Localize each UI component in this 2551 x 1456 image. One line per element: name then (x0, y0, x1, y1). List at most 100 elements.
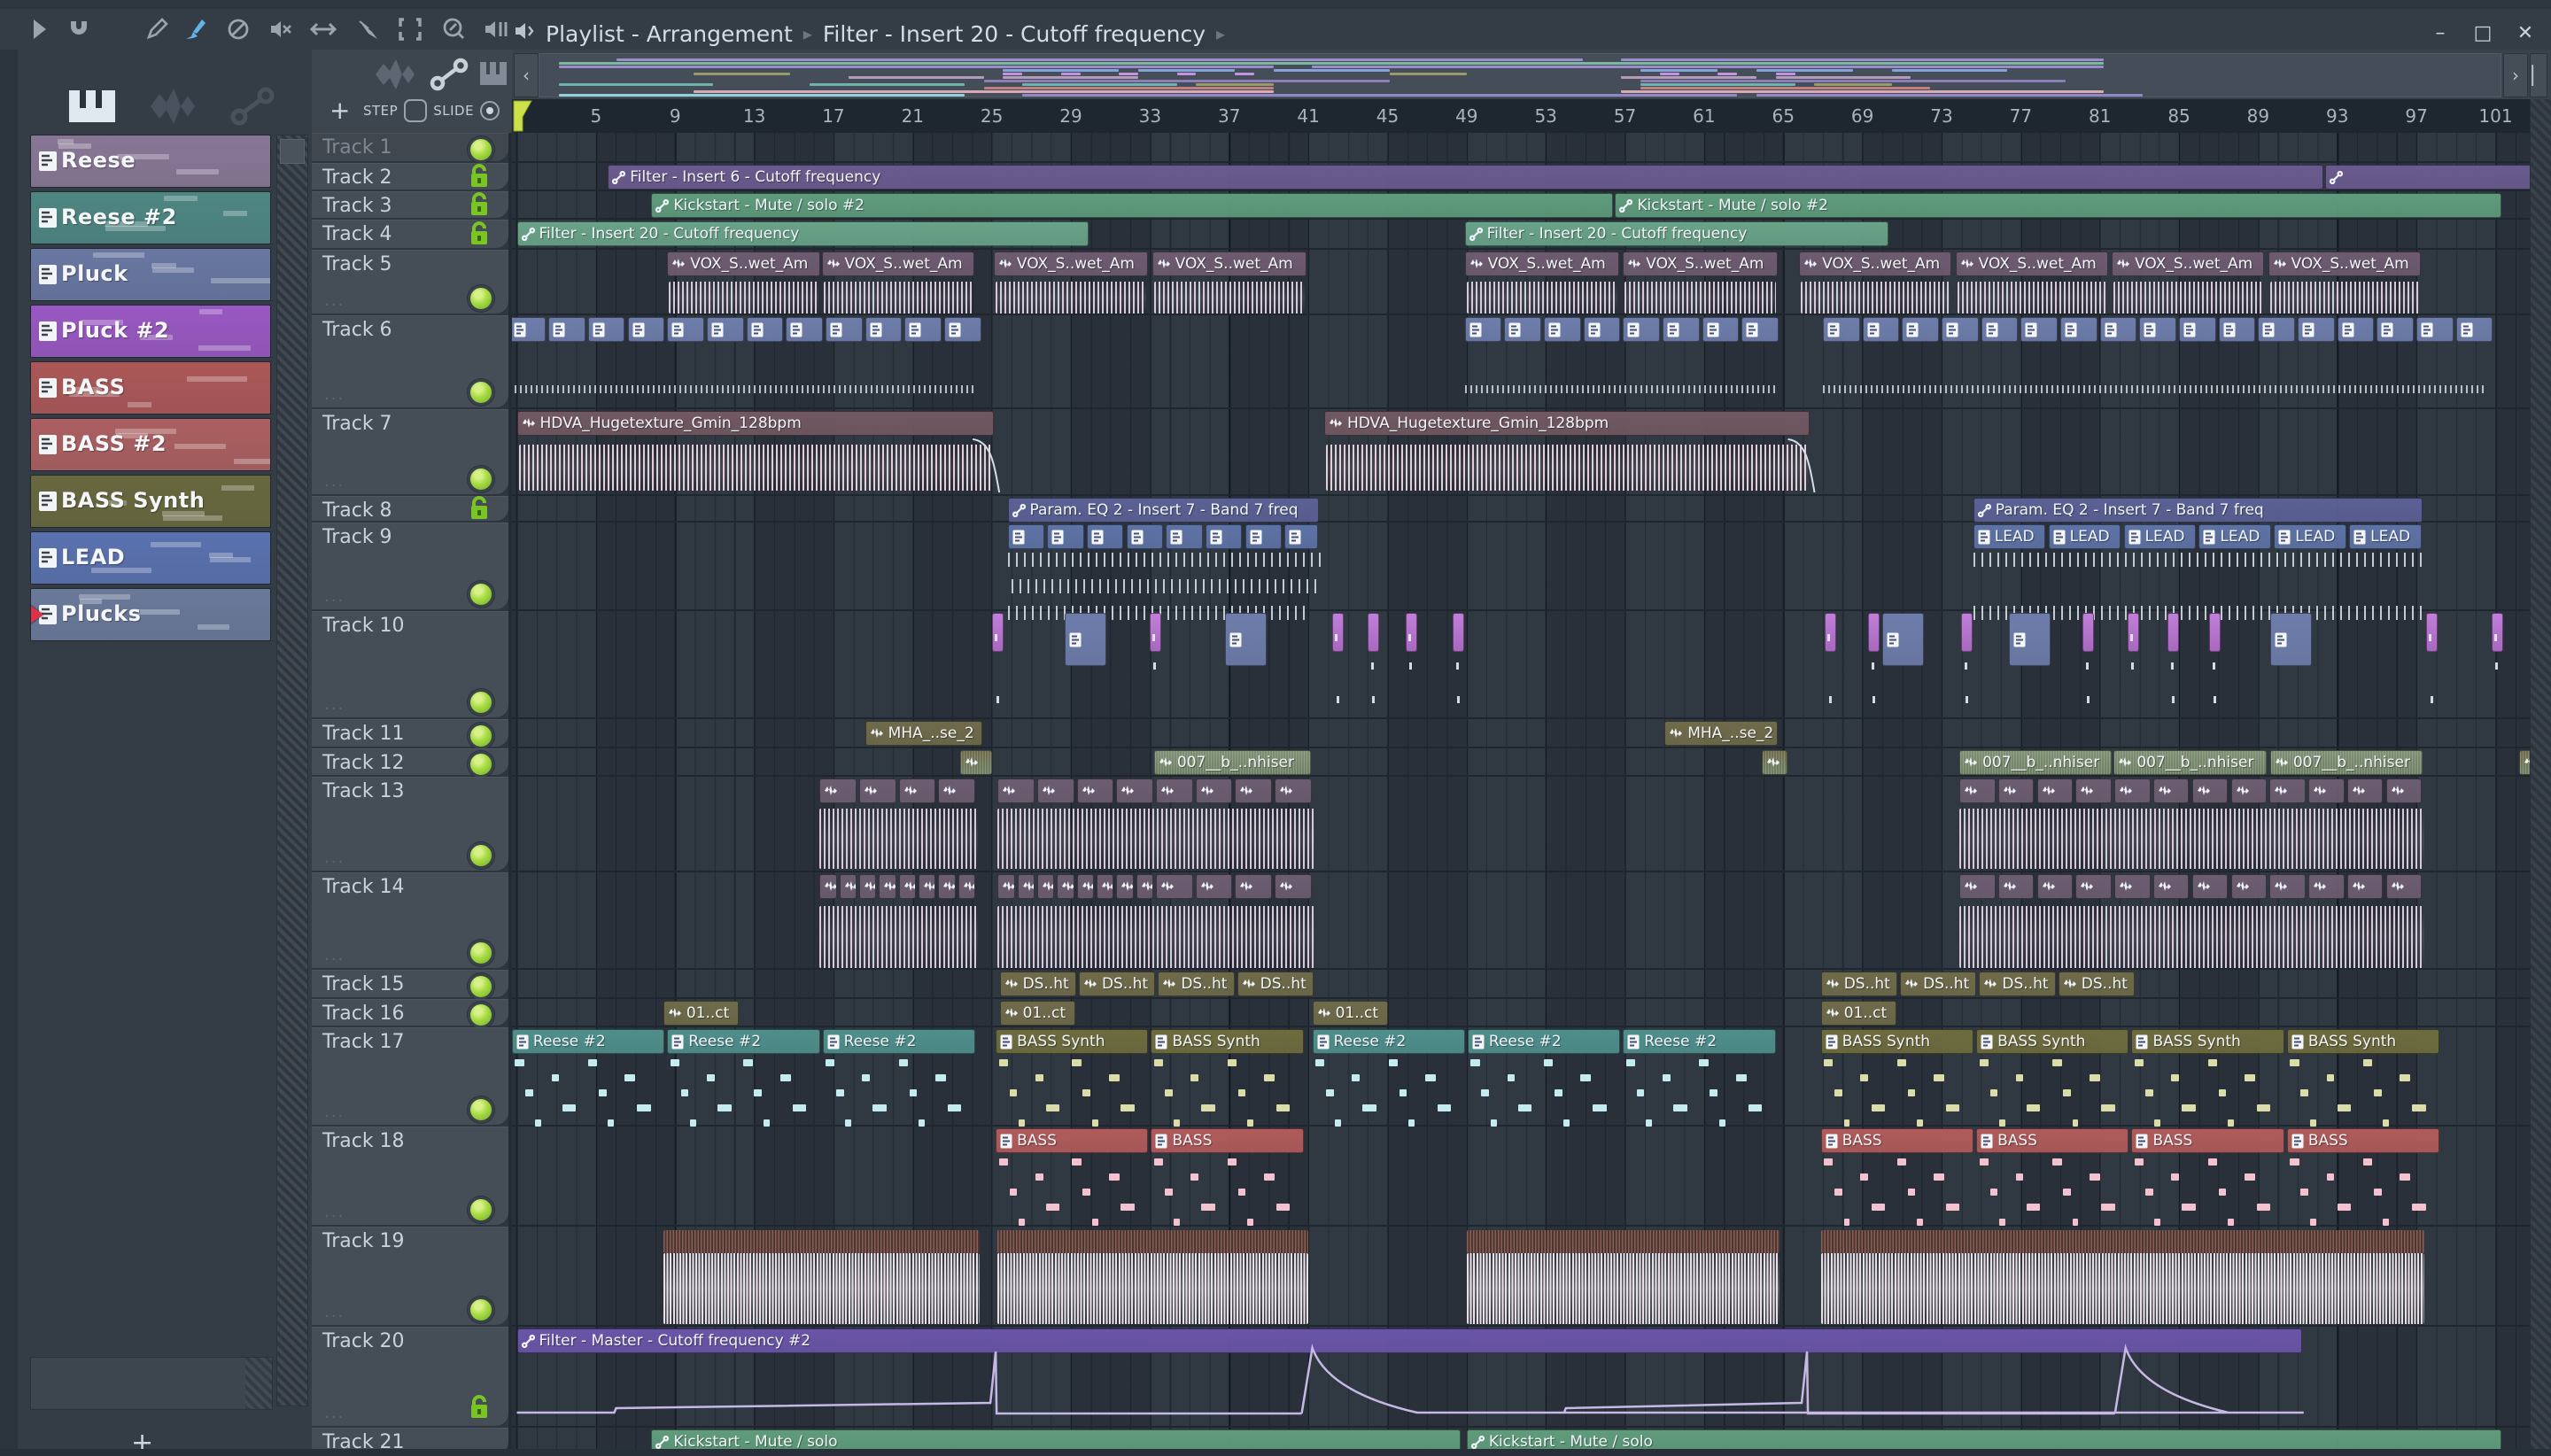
clip-peq[interactable]: Param. EQ 2 - Insert 7 - Band 7 freq (1973, 498, 2423, 523)
track-lock-icon[interactable] (468, 163, 491, 190)
clip-pb[interactable] (1981, 317, 2019, 342)
clip-c13[interactable] (858, 778, 896, 803)
add-tab-button[interactable]: + (330, 96, 350, 125)
clip-bass[interactable]: BASS (1820, 1128, 1973, 1153)
clip-c13[interactable] (2385, 778, 2423, 803)
clip-pb[interactable] (2298, 317, 2335, 342)
clip-c13[interactable] (2230, 778, 2268, 803)
track-header-20[interactable]: Track 20... (312, 1327, 508, 1426)
clip-c13[interactable] (819, 778, 857, 803)
maximize-button[interactable]: □ (2471, 21, 2494, 44)
clip-pluck2-sliver[interactable] (1961, 613, 1973, 652)
clip-reese[interactable]: Reese #2 (822, 1029, 975, 1054)
clip-c14[interactable] (1195, 874, 1233, 899)
track-mute-led[interactable] (468, 940, 494, 966)
clip-pb[interactable] (2337, 317, 2375, 342)
clip-pluck2-sliver[interactable] (2082, 613, 2094, 652)
clip-c14[interactable] (1235, 874, 1272, 899)
clip-bsyn[interactable]: BASS Synth (1820, 1029, 1973, 1054)
slide-toggle[interactable] (480, 101, 500, 120)
pattern-item-pluck[interactable]: Pluck (30, 248, 271, 301)
clip-ds[interactable]: DS..ht (1237, 972, 1314, 996)
track-mute-led[interactable] (468, 1197, 494, 1223)
clip-hdva[interactable]: HDVA_Hugetexture_Gmin_128bpm (1323, 411, 1810, 436)
clip-c14[interactable] (1156, 874, 1193, 899)
clip-pb[interactable] (1504, 317, 1541, 342)
clip-bsyn[interactable]: BASS Synth (1151, 1029, 1304, 1054)
scroll-right-button[interactable]: › (2503, 53, 2528, 97)
track-header-13[interactable]: Track 13... (312, 777, 508, 871)
clip-m007[interactable]: 007__b_..nhiser (1959, 750, 2113, 775)
clip-m007[interactable]: 007__b_..nhiser (2269, 750, 2423, 775)
track-header-12[interactable]: Track 12 (312, 748, 508, 778)
minimize-button[interactable]: – (2429, 21, 2452, 44)
clip-pb10[interactable] (1881, 613, 1925, 666)
arrangement-minimap[interactable]: ‹ › ▏ (512, 50, 2551, 100)
minimap-view-window[interactable] (539, 53, 2501, 97)
clip-c14[interactable] (1997, 874, 2035, 899)
clip-c13[interactable] (1275, 778, 1312, 803)
play-tool-icon[interactable] (25, 14, 55, 44)
clip-pluck2-sliver[interactable] (1405, 613, 1417, 652)
clip-reese[interactable]: Reese #2 (512, 1029, 665, 1054)
clip-c13[interactable] (1997, 778, 2035, 803)
track-header-17[interactable]: Track 17... (312, 1027, 508, 1125)
clip-pluck2-sliver[interactable] (1868, 613, 1880, 652)
clip-pb[interactable] (1741, 317, 1779, 342)
clip-c13[interactable] (2191, 778, 2229, 803)
clip-pb[interactable] (1464, 317, 1502, 342)
clip-pb[interactable] (1941, 317, 1979, 342)
clip-m007[interactable]: 007__b_..nhiser (1153, 750, 1311, 775)
step-toggle[interactable] (404, 99, 428, 122)
clip-c13[interactable] (1195, 778, 1233, 803)
clip-pb[interactable] (944, 317, 981, 342)
clip-pb[interactable] (2099, 317, 2137, 342)
clip-reese[interactable]: Reese #2 (667, 1029, 820, 1054)
clip-pb[interactable] (1902, 317, 1939, 342)
clip-bsyn[interactable]: BASS Synth (2131, 1029, 2284, 1054)
clip-c13[interactable] (1116, 778, 1153, 803)
clip-pb[interactable] (2060, 317, 2097, 342)
track-options-dots[interactable]: ... (324, 291, 345, 310)
clip-c14[interactable] (1959, 874, 1996, 899)
clip-ds[interactable]: DS..ht (999, 972, 1076, 996)
magnet-tool-icon[interactable] (64, 14, 94, 44)
clip-pb[interactable] (548, 317, 585, 342)
track-mute-led[interactable] (468, 1002, 494, 1028)
clip-pb10[interactable] (1225, 613, 1268, 666)
clip-ds[interactable]: DS..ht (1900, 972, 1977, 996)
pattern-item-pluck-2[interactable]: Pluck #2 (30, 305, 271, 358)
track-mute-led[interactable] (468, 722, 494, 749)
playlist-grid[interactable]: Filter - Insert 6 - Cutoff frequency Kick… (512, 133, 2551, 1456)
clip-c14[interactable] (1275, 874, 1312, 899)
clip-bass[interactable]: BASS (2286, 1128, 2440, 1153)
pattern-item-plucks[interactable]: Plucks (30, 588, 271, 641)
clip-pb[interactable] (2139, 317, 2176, 342)
clip-c13[interactable] (898, 778, 936, 803)
slice-tool-icon[interactable] (354, 14, 384, 44)
clip-ds[interactable]: DS..ht (1158, 972, 1235, 996)
clip-f6[interactable]: Filter - Insert 6 - Cutoff frequency (608, 165, 2324, 190)
clip-pb[interactable] (746, 317, 784, 342)
clip-vox[interactable]: VOX_S..wet_Am (2112, 252, 2265, 276)
track-mute-led[interactable] (468, 689, 494, 716)
clip-pb[interactable] (667, 317, 704, 342)
clip-pluck2-sliver[interactable] (1331, 613, 1344, 652)
clip-ds[interactable]: DS..ht (1979, 972, 2056, 996)
track-header-18[interactable]: Track 18... (312, 1127, 508, 1225)
clip-leadS[interactable] (1126, 524, 1164, 549)
clip-pb[interactable] (706, 317, 744, 342)
clip-pluck2-sliver[interactable] (2492, 613, 2504, 652)
clip-lead[interactable]: LEAD (2274, 524, 2347, 549)
clip-peq[interactable]: Param. EQ 2 - Insert 7 - Band 7 freq (1007, 498, 1319, 523)
clip-pluck2-sliver[interactable] (2127, 613, 2139, 652)
clip-c13[interactable] (2269, 778, 2306, 803)
track-lock-icon[interactable] (468, 495, 491, 522)
clip-c14[interactable] (1057, 874, 1074, 899)
empty-pattern-slot[interactable] (30, 1357, 273, 1410)
playlist-lane-11[interactable] (512, 719, 2551, 748)
clip-c13[interactable] (1037, 778, 1074, 803)
track-options-dots[interactable]: ... (324, 1303, 345, 1321)
track-mute-led[interactable] (468, 466, 494, 492)
clip-c14[interactable] (919, 874, 936, 899)
